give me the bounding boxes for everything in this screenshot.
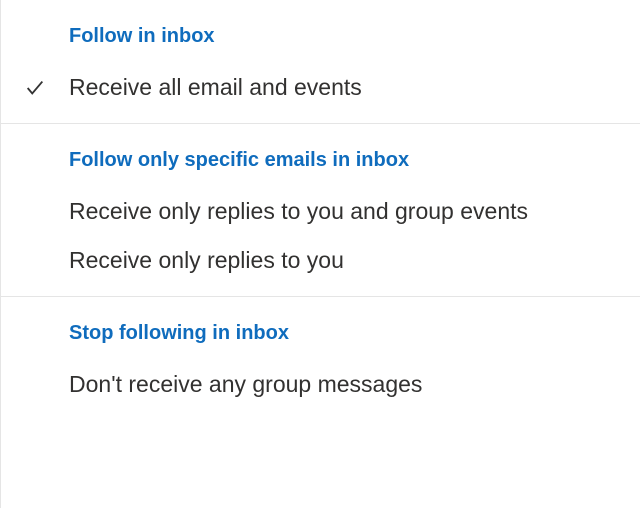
section-header-stop: Stop following in inbox <box>1 297 640 367</box>
section-header-follow: Follow in inbox <box>1 0 640 70</box>
option-label: Don't receive any group messages <box>69 371 422 398</box>
option-replies-only[interactable]: Receive only replies to you <box>1 247 640 296</box>
section-follow-in-inbox: Follow in inbox Receive all email and ev… <box>1 0 640 124</box>
option-no-messages[interactable]: Don't receive any group messages <box>1 367 640 420</box>
follow-inbox-menu: Follow in inbox Receive all email and ev… <box>0 0 640 508</box>
option-label: Receive only replies to you and group ev… <box>69 198 528 225</box>
section-header-specific: Follow only specific emails in inbox <box>1 124 640 194</box>
section-stop-following: Stop following in inbox Don't receive an… <box>1 297 640 420</box>
option-replies-and-events[interactable]: Receive only replies to you and group ev… <box>1 194 640 247</box>
check-indicator-area <box>1 77 69 99</box>
option-label: Receive only replies to you <box>69 247 344 274</box>
section-follow-specific: Follow only specific emails in inbox Rec… <box>1 124 640 297</box>
option-label: Receive all email and events <box>69 74 362 101</box>
checkmark-icon <box>24 77 46 99</box>
option-receive-all[interactable]: Receive all email and events <box>1 70 640 123</box>
